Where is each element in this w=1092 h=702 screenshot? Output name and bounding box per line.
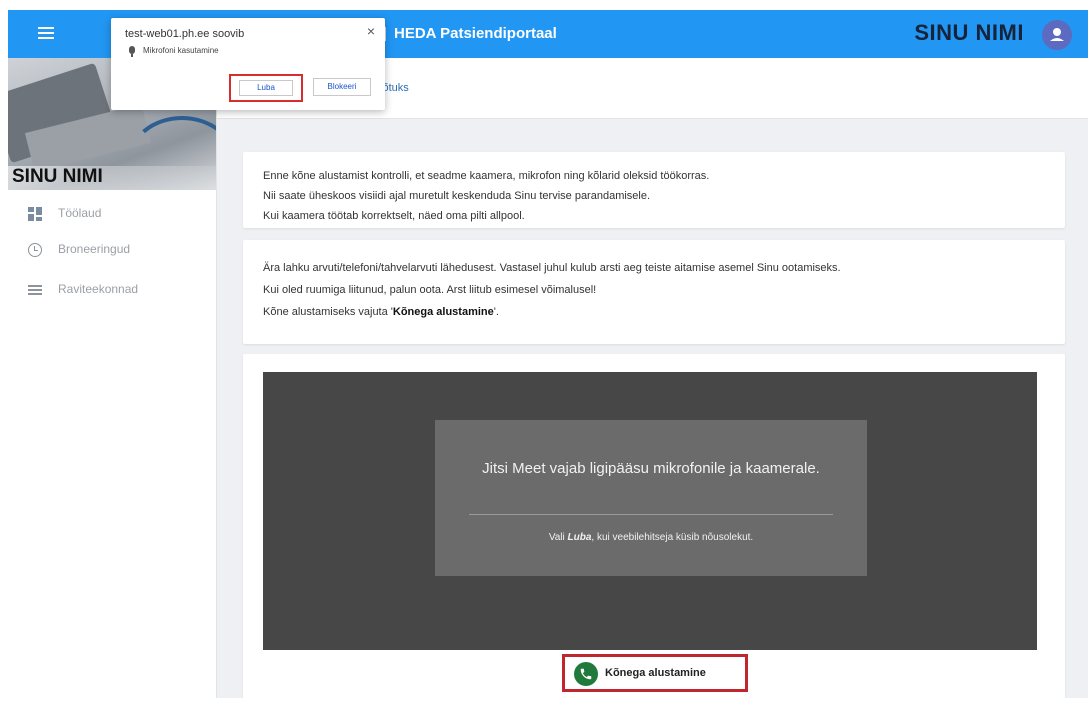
dialog-title: Jitsi Meet vajab ligipääsu mikrofonile j… — [482, 460, 820, 477]
browser-permission-popup: test-web01.ph.ee soovib × Mikrofoni kasu… — [111, 18, 385, 110]
info-text: Kõne alustamiseks vajuta 'Kõnega alustam… — [263, 306, 499, 318]
permission-request: Mikrofoni kasutamine — [143, 46, 219, 55]
start-call-label: Kõnega alustamine — [605, 667, 706, 679]
dashboard-icon — [28, 207, 42, 221]
video-preview: Jitsi Meet vajab ligipääsu mikrofonile j… — [263, 372, 1037, 650]
app-title: HEDA Patsiendiportaal — [394, 25, 557, 42]
info-text: Ära lahku arvuti/telefoni/tahvelarvuti l… — [263, 262, 841, 274]
sidebar-item-label: Töölaud — [58, 206, 102, 220]
jitsi-permission-dialog: Jitsi Meet vajab ligipääsu mikrofonile j… — [435, 420, 867, 576]
sidebar-item-label: Raviteekonnad — [58, 282, 139, 296]
menu-icon[interactable] — [38, 27, 54, 39]
dialog-hint: Vali Luba, kui veebilehitseja küsib nõus… — [548, 532, 754, 543]
divider — [469, 514, 833, 515]
info-text: Kui oled ruumiga liitunud, palun oota. A… — [263, 284, 597, 296]
info-card-instructions: Ära lahku arvuti/telefoni/tahvelarvuti l… — [243, 240, 1065, 344]
list-icon — [28, 283, 42, 297]
info-text: Enne kõne alustamist kontrolli, et seadm… — [263, 170, 710, 182]
sidebar-user-name: SINU NIMI — [12, 166, 103, 187]
app-window: HEDA Patsiendiportaal SINU NIMI SINU NIM… — [8, 10, 1088, 698]
phone-icon — [574, 662, 598, 686]
sidebar-item-raviteekonnad[interactable]: Raviteekonnad — [8, 272, 216, 308]
sidebar-item-toolaud[interactable]: Töölaud — [8, 196, 216, 232]
sidebar: SINU NIMI Töölaud Broneeringud Raviteeko… — [8, 58, 217, 698]
info-card-device-check: Enne kõne alustamist kontrolli, et seadm… — [243, 152, 1065, 228]
sidebar-item-broneeringud[interactable]: Broneeringud — [8, 232, 216, 268]
sidebar-item-label: Broneeringud — [58, 242, 131, 256]
info-text: Kui kaamera töötab korrektselt, näed oma… — [263, 210, 525, 222]
block-button[interactable]: Blokeeri — [313, 78, 371, 96]
video-card: Jitsi Meet vajab ligipääsu mikrofonile j… — [243, 354, 1065, 698]
info-text: Nii saate üheskoos visiidi ajal muretult… — [263, 190, 651, 202]
start-call-button[interactable]: Kõnega alustamine — [562, 654, 748, 692]
microphone-icon — [129, 46, 135, 57]
allow-button[interactable]: Luba — [229, 74, 303, 102]
user-name-header: SINU NIMI — [914, 20, 1024, 45]
clock-icon — [28, 243, 42, 257]
allow-label: Luba — [239, 80, 293, 96]
permission-origin: test-web01.ph.ee soovib — [125, 28, 245, 40]
user-icon — [1050, 28, 1064, 41]
emphasis-text: Kõnega alustamine — [392, 306, 494, 318]
close-icon[interactable]: × — [367, 23, 375, 39]
avatar[interactable] — [1042, 20, 1072, 50]
